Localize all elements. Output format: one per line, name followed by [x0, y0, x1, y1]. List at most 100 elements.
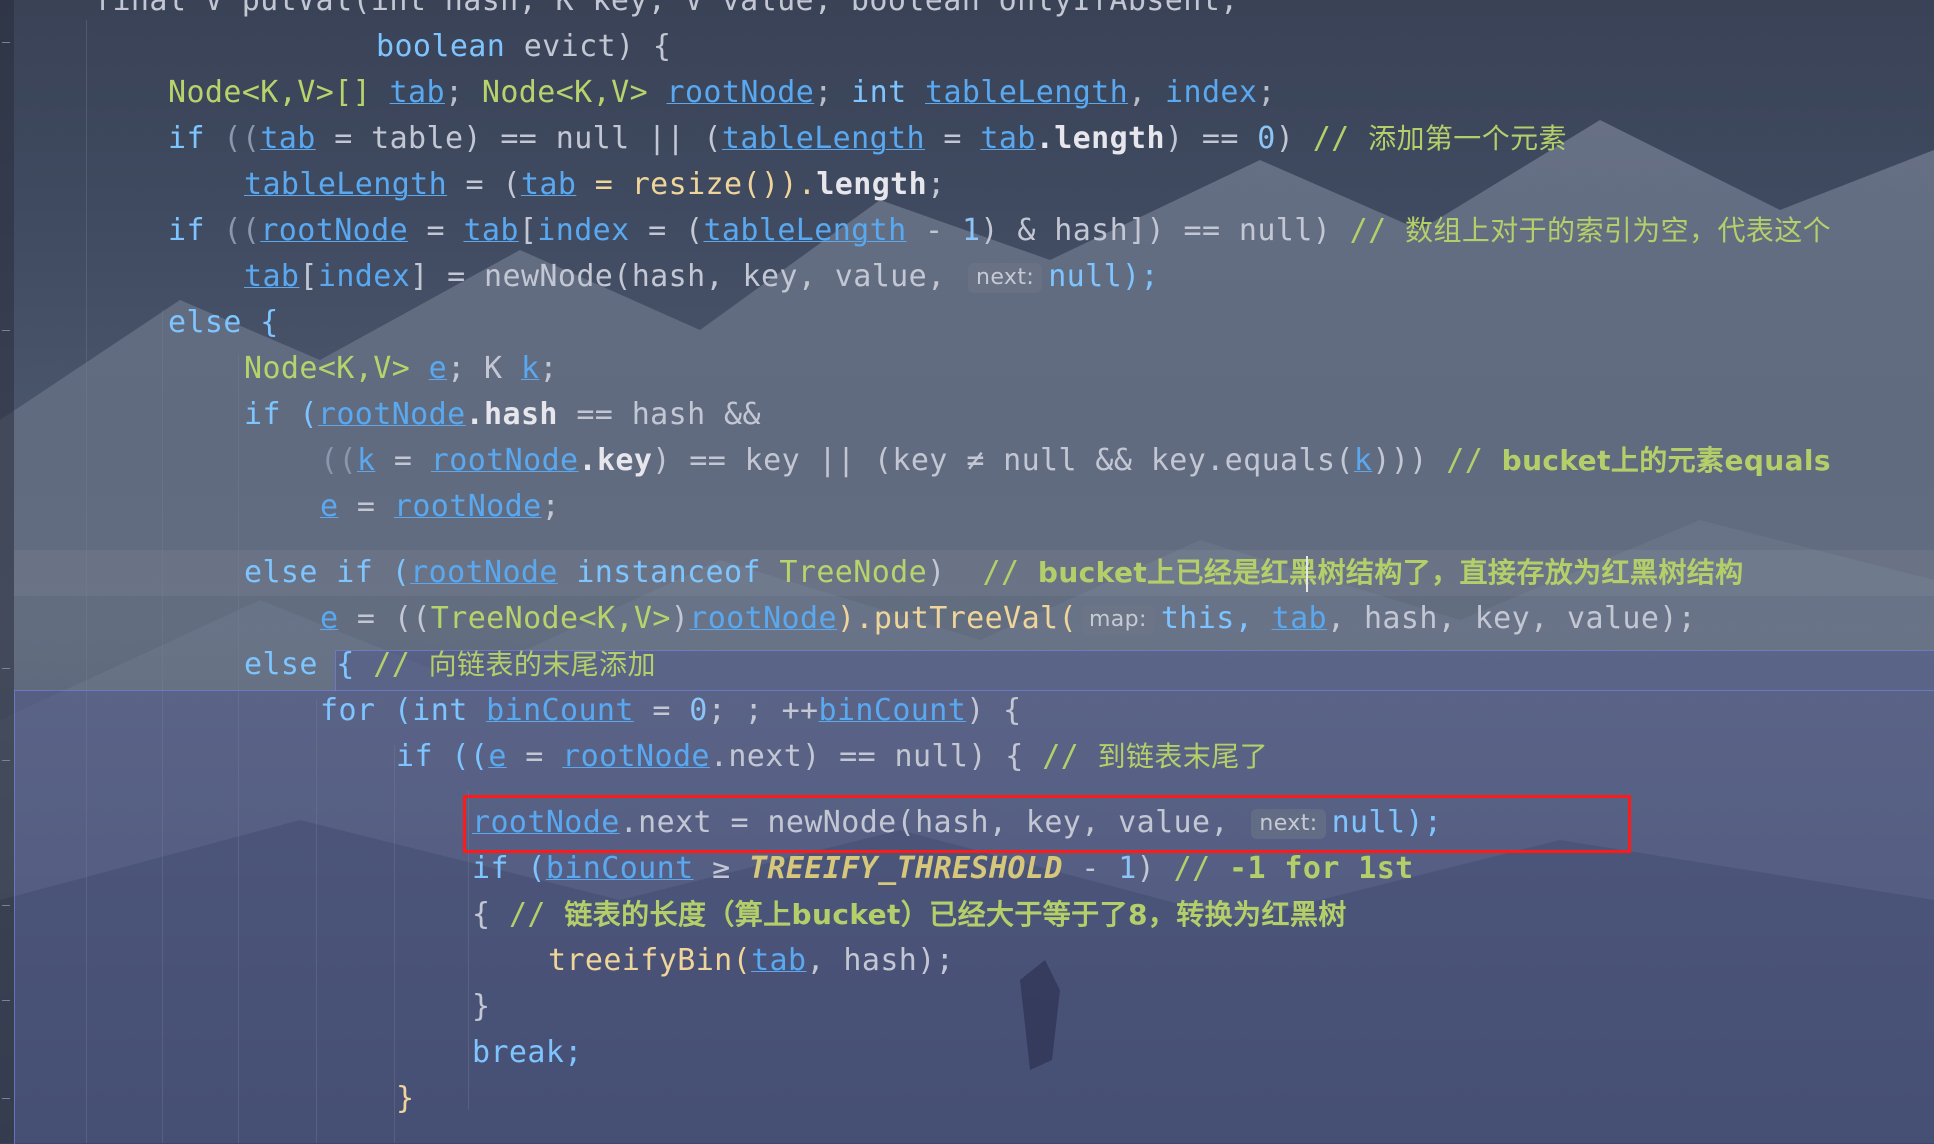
code-token: rootNode	[393, 489, 542, 524]
code-token: else {	[168, 305, 279, 340]
code-token: final V putVal(int hash, K key, V value,…	[94, 0, 1239, 18]
code-token: ((	[223, 121, 261, 156]
code-token: == hash &&	[557, 397, 761, 432]
code-token: Node<K,V>	[481, 75, 649, 110]
code-token: , hash, key, value);	[1327, 601, 1697, 636]
code-comment: //	[373, 647, 411, 682]
code-token: evict) {	[523, 29, 672, 64]
code-line-21: treeifyBin(tab, hash);	[548, 938, 954, 984]
code-line-12: e = rootNode;	[320, 484, 560, 530]
code-token: Node<K,V>	[244, 351, 411, 386]
code-token: ) & hash]) == null)	[980, 213, 1350, 248]
code-token: tab	[463, 213, 519, 248]
code-token: tab	[1271, 601, 1328, 636]
param-hint: map:	[1080, 604, 1155, 635]
code-token: ;	[1257, 75, 1276, 110]
code-token: {	[472, 897, 509, 932]
code-token: = resize()).	[576, 167, 817, 202]
code-token: TREEIFY_THRESHOLD	[748, 851, 1063, 886]
text-caret	[1306, 556, 1308, 592]
code-token: ; K	[447, 351, 521, 386]
code-token: binCount	[486, 693, 634, 728]
code-line-4: if ((tab = table) == null || (tableLengt…	[168, 116, 1567, 162]
code-token: ;	[541, 489, 561, 524]
code-token: index	[537, 213, 630, 248]
code-token: ) == key || (key ≠ null && key.equals(	[652, 443, 1354, 478]
code-comment: 链表的长度（算上bucket）已经大于等于了8，转换为红黑树	[564, 898, 1347, 931]
code-line-22: }	[472, 984, 490, 1030]
code-token: ;	[927, 167, 946, 202]
code-token: ;	[814, 75, 852, 110]
code-line-6: if ((rootNode = tab[index = (tableLength…	[168, 208, 1831, 254]
code-token: ;	[539, 351, 558, 386]
code-token: =	[375, 443, 431, 478]
code-token: tableLength	[925, 75, 1129, 110]
code-token: [	[299, 259, 318, 294]
code-line-14: e = ((TreeNode<K,V>)rootNode).putTreeVal…	[320, 596, 1696, 642]
code-comment: 数组上对于的索引为空，代表这个	[1405, 214, 1832, 247]
code-token: )	[927, 555, 983, 590]
code-token: }	[472, 989, 491, 1024]
code-editor[interactable]: final V putVal(int hash, K key, V value,…	[0, 0, 1934, 1143]
code-token: if (	[244, 397, 318, 432]
code-comment: 向链表的末尾添加	[428, 648, 656, 681]
code-token: = ((	[338, 601, 431, 636]
code-token: ) {	[966, 693, 1022, 728]
code-token: .key	[578, 443, 653, 478]
code-token: ; ; ++	[707, 693, 819, 728]
code-token: index	[317, 259, 411, 294]
code-token: .next) == null) {	[709, 739, 1043, 774]
code-token: TreeNode	[779, 555, 928, 590]
code-comment: //	[1042, 739, 1080, 774]
code-token: this,	[1160, 601, 1272, 636]
code-token: tab	[260, 121, 316, 156]
code-token: tab	[520, 167, 577, 202]
code-line-24: }	[396, 1076, 414, 1122]
code-line-23: break;	[472, 1030, 583, 1076]
code-token: ).putTreeVal(	[836, 601, 1077, 636]
code-token: =	[924, 121, 981, 156]
code-line-17: if ((e = rootNode.next) == null) { // 到链…	[396, 734, 1268, 780]
code-token: if	[168, 213, 205, 248]
code-token: .length	[1035, 121, 1165, 156]
code-token: ;	[444, 75, 482, 110]
code-token: )))	[1372, 443, 1447, 478]
code-comment: //	[982, 555, 1020, 590]
code-comment: bucket上已经是红黑树结构了，直接存放为红黑树结构	[1037, 556, 1744, 589]
code-token: =	[338, 489, 394, 524]
code-token: length	[816, 167, 928, 202]
code-comment: //	[1349, 213, 1387, 248]
code-comment: //	[1312, 121, 1350, 156]
code-token: e	[428, 351, 448, 386]
code-token: for (int	[320, 693, 487, 728]
code-token: TreeNode<K,V>	[430, 601, 671, 636]
code-token: rootNode	[410, 555, 558, 590]
code-token: = table) == null || (	[315, 121, 722, 156]
code-line-15: else { // 向链表的末尾添加	[244, 642, 656, 688]
code-token: if ((	[396, 739, 489, 774]
code-token: rootNode	[562, 739, 710, 774]
code-token: index	[1165, 75, 1258, 110]
code-token: binCount	[545, 851, 694, 886]
code-line-7: tab[index] = newNode(hash, key, value, n…	[244, 254, 1159, 300]
code-token: instanceof	[557, 555, 780, 590]
code-token: 0	[689, 693, 708, 728]
code-comment: //	[1446, 443, 1484, 478]
code-token: )	[1136, 851, 1174, 886]
code-token: ] = newNode(hash, key, value,	[410, 259, 965, 294]
code-line-13: else if (rootNode instanceof TreeNode) /…	[244, 550, 1744, 596]
code-token: tableLength	[721, 121, 925, 156]
code-token: = (	[447, 167, 521, 202]
code-token: }	[396, 1081, 415, 1116]
code-token: else if (	[244, 555, 411, 590]
code-comment: 添加第一个元素	[1368, 122, 1567, 155]
code-token: k	[520, 351, 540, 386]
code-token: 0	[1257, 121, 1276, 156]
code-token: int	[851, 75, 907, 110]
code-token: 1	[1118, 851, 1137, 886]
code-token: rootNode	[317, 397, 466, 432]
code-token: break;	[472, 1035, 583, 1070]
code-token: treeifyBin(	[548, 943, 752, 978]
code-token: ≥	[693, 851, 749, 886]
code-token: Node<K,V>[]	[168, 75, 372, 110]
